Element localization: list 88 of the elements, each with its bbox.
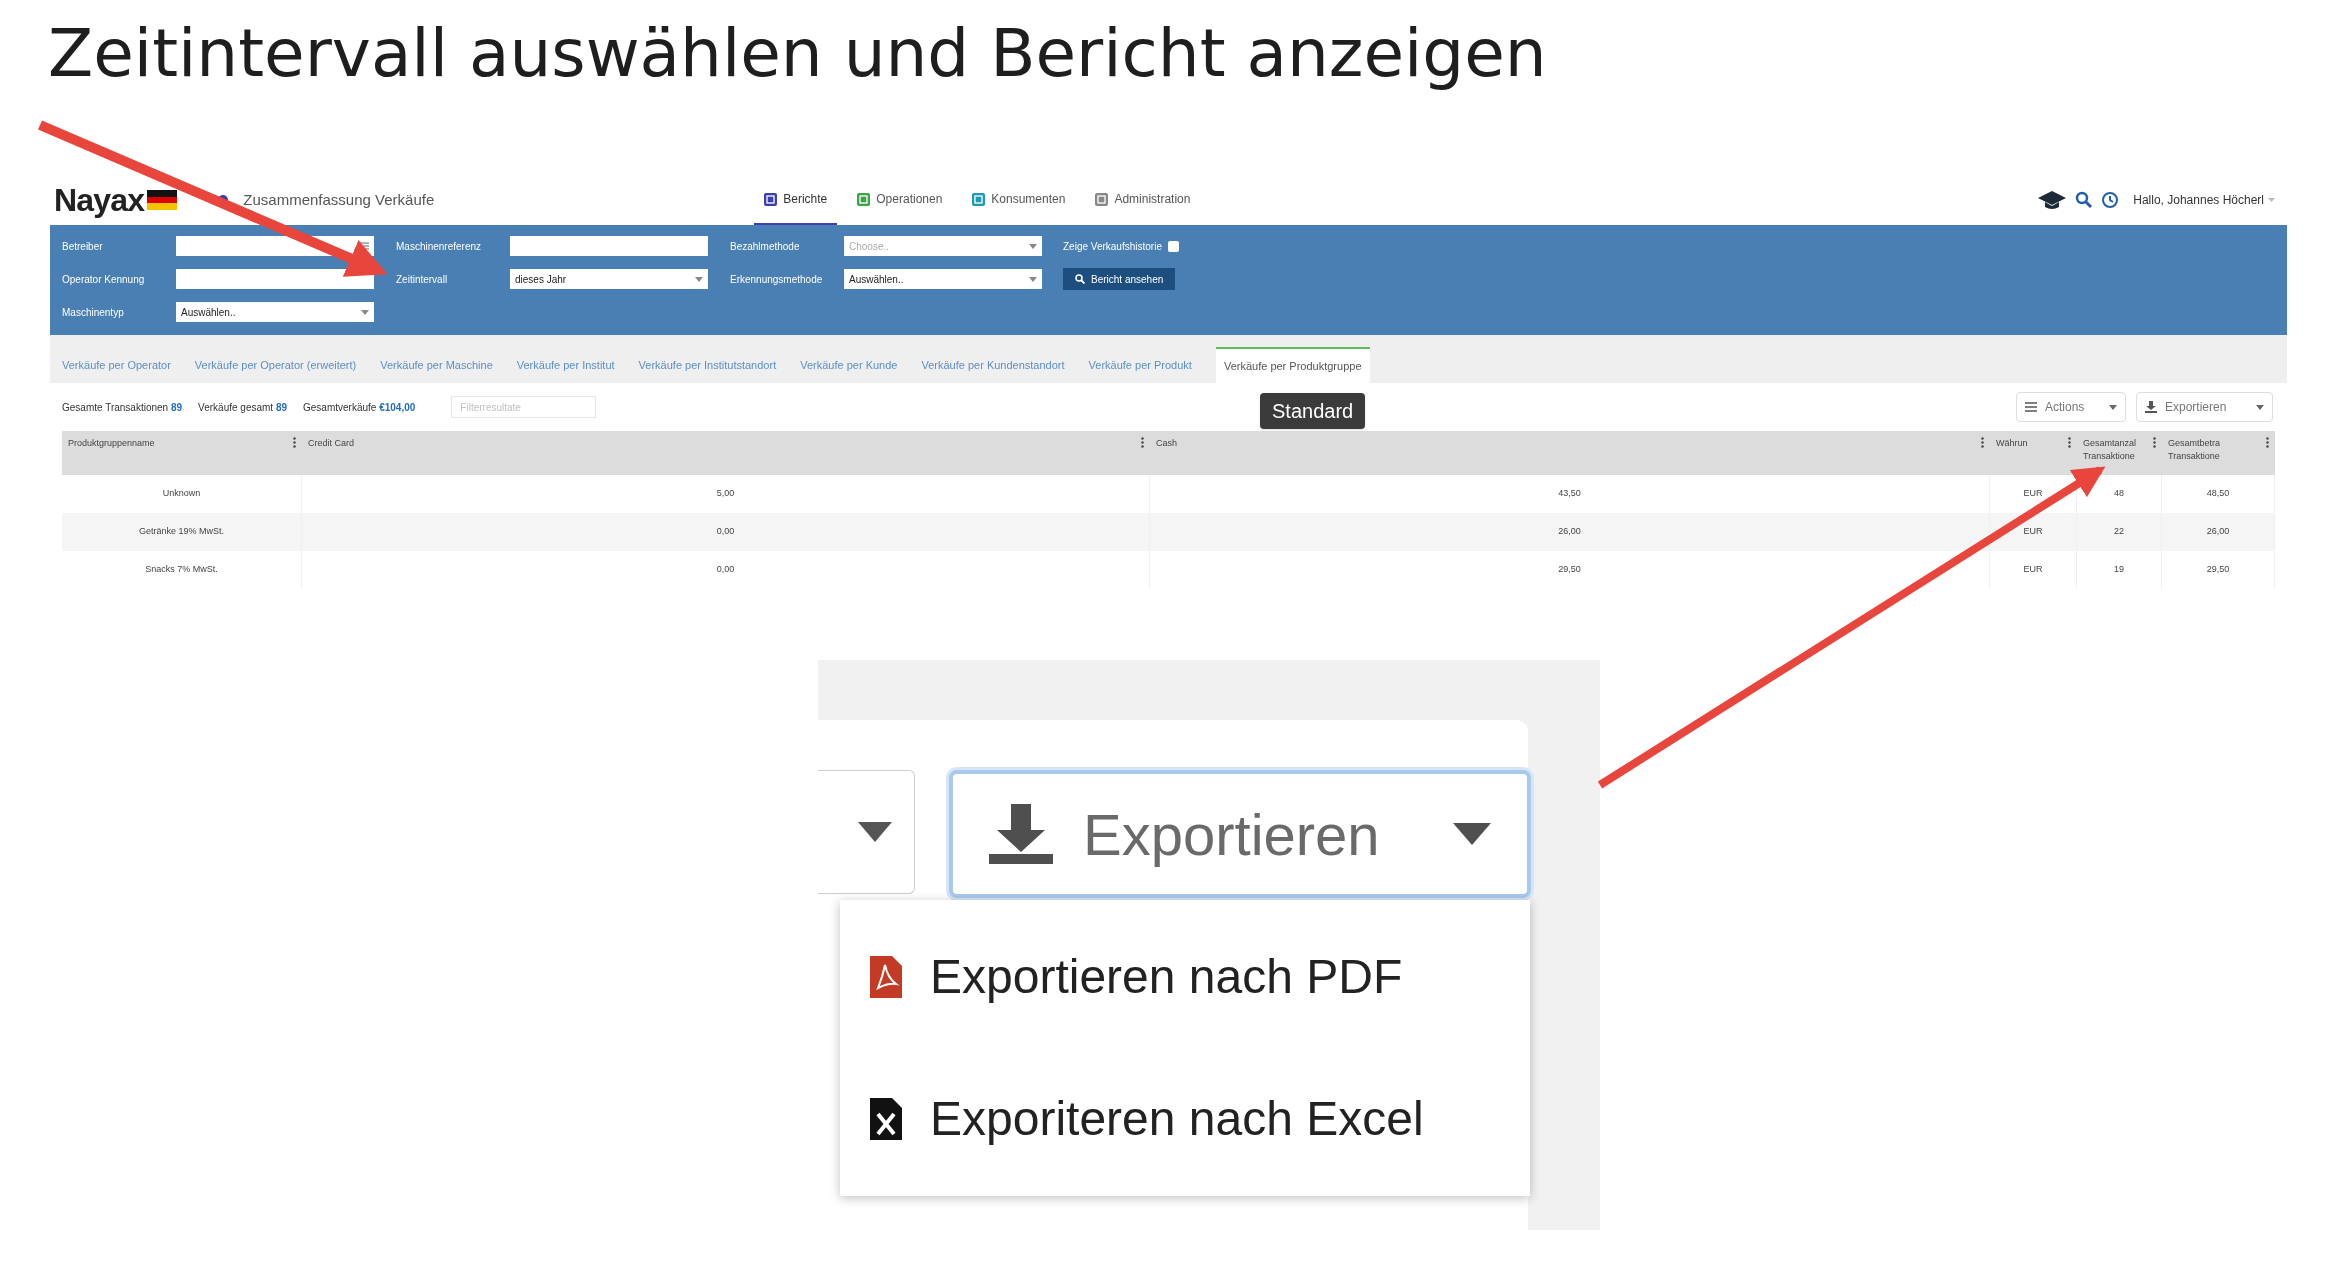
- table-cell: 29,50: [2206, 563, 2230, 577]
- summary-stat: Gesamtverkäufe €104,00: [303, 400, 416, 415]
- filter-label: Betreiber: [62, 239, 104, 254]
- caret-icon: [1029, 243, 1037, 249]
- caret-icon: [695, 276, 703, 282]
- view-report-button[interactable]: Bericht ansehen: [1063, 268, 1176, 290]
- column-header[interactable]: Cash: [1156, 437, 1177, 450]
- column-menu-icon[interactable]: [2068, 437, 2071, 448]
- checkbox[interactable]: [1167, 240, 1179, 252]
- caret-icon: [2256, 404, 2264, 410]
- filter-label: Zeige Verkaufshistorie: [1063, 239, 1162, 254]
- tooltip: Standard: [1260, 393, 1366, 429]
- filter-label: Erkennungsmethode: [730, 272, 824, 287]
- actions-button[interactable]: Actions: [2016, 392, 2126, 422]
- nav-tab[interactable]: Administration: [1085, 175, 1201, 225]
- user-menu[interactable]: Hallo, Johannes Höcherl: [2133, 191, 2275, 209]
- download-icon: [989, 804, 1053, 864]
- column-header[interactable]: Währun: [1996, 437, 2028, 450]
- filter-label: Operator Kennung: [62, 272, 146, 287]
- input-field[interactable]: [176, 269, 374, 289]
- menu-icon: [2025, 402, 2037, 412]
- nav-icon: [1095, 192, 1109, 206]
- caret-icon: [2268, 198, 2275, 202]
- logo: Nayax: [54, 181, 145, 220]
- page-title: Zusammenfassung Verkäufe: [243, 189, 435, 210]
- clock-icon[interactable]: [2101, 191, 2120, 209]
- report-tab[interactable]: Verkäufe per Produktgruppe: [1215, 347, 1370, 383]
- table-cell: 22: [2114, 525, 2124, 539]
- table-cell: Unknown: [162, 487, 201, 501]
- table-cell: EUR: [2023, 563, 2043, 577]
- column-header[interactable]: Gesamtanzal Transaktione: [2083, 437, 2147, 463]
- caret-icon: [1029, 276, 1037, 282]
- table-cell: EUR: [2023, 525, 2043, 539]
- download-icon: [2145, 401, 2157, 413]
- menu-item[interactable]: Exportieren nach PDF: [870, 941, 1530, 1013]
- column-menu-icon[interactable]: [2153, 437, 2156, 448]
- filter-label: Maschinentyp: [62, 305, 125, 320]
- table-cell: Getränke 19% MwSt.: [138, 525, 224, 539]
- pdf-file-icon: [870, 956, 902, 998]
- table-cell: EUR: [2023, 487, 2043, 501]
- dropdown[interactable]: dieses Jahr: [510, 269, 708, 289]
- column-menu-icon[interactable]: [293, 437, 296, 448]
- export-button[interactable]: Exportieren: [2136, 392, 2273, 422]
- table-cell: 48,50: [2206, 487, 2230, 501]
- dropdown[interactable]: Auswählen..: [844, 269, 1042, 289]
- filter-label: Bezahlmethode: [730, 239, 801, 254]
- nav-icon: [972, 192, 986, 206]
- nav-tab[interactable]: Operationen: [847, 175, 953, 225]
- caret-icon: [2109, 404, 2117, 410]
- caret-icon: [1453, 823, 1491, 845]
- table-cell: 29,50: [1558, 563, 1581, 577]
- table-cell: Snacks 7% MwSt.: [145, 563, 218, 577]
- table-cell: 26,00: [1558, 525, 1581, 539]
- nav-icon: [764, 192, 778, 206]
- slide-title: Zeitintervall auswählen und Bericht anzeigen: [48, 14, 1547, 94]
- search-icon[interactable]: [2075, 191, 2094, 209]
- summary-stat: Verkäufe gesamt 89: [198, 400, 288, 415]
- filter-label: Zeitintervall: [396, 272, 449, 287]
- column-menu-icon[interactable]: [1981, 437, 1984, 448]
- nav-tab[interactable]: Konsumenten: [962, 175, 1076, 225]
- table-cell: 48: [2114, 487, 2124, 501]
- table-cell: 0,00: [716, 525, 735, 539]
- list-icon: [359, 242, 369, 250]
- column-header[interactable]: Produktgruppenname: [68, 437, 155, 450]
- table-cell: 5,00: [716, 487, 735, 501]
- excel-file-icon: [870, 1098, 902, 1140]
- export-button[interactable]: Exportieren: [949, 770, 1531, 898]
- caret-icon: [858, 822, 892, 842]
- flag-icon: [147, 190, 178, 210]
- graduation-cap-icon[interactable]: [2037, 189, 2068, 211]
- table-cell: 0,00: [716, 563, 735, 577]
- search-icon: [1075, 274, 1085, 284]
- nav-icon: [857, 192, 871, 206]
- caret-icon: [361, 309, 369, 315]
- table-cell: 43,50: [1558, 487, 1581, 501]
- column-header[interactable]: Credit Card: [308, 437, 354, 450]
- filter-field[interactable]: Filterresultate: [451, 396, 597, 418]
- filter-label: Maschinenreferenz: [396, 239, 483, 254]
- dropdown[interactable]: Auswählen..: [176, 302, 374, 322]
- input-field[interactable]: [510, 236, 708, 256]
- table-cell: 19: [2114, 563, 2124, 577]
- summary-stat: Gesamte Transaktionen 89: [62, 400, 183, 415]
- column-menu-icon[interactable]: [1141, 437, 1144, 448]
- menu-item[interactable]: Exporiteren nach Excel: [870, 1083, 1530, 1155]
- table-cell: 26,00: [2206, 525, 2230, 539]
- column-header[interactable]: Gesamtbetra Transaktione: [2168, 437, 2232, 463]
- dropdown-button[interactable]: [818, 770, 915, 894]
- column-menu-icon[interactable]: [2266, 437, 2269, 448]
